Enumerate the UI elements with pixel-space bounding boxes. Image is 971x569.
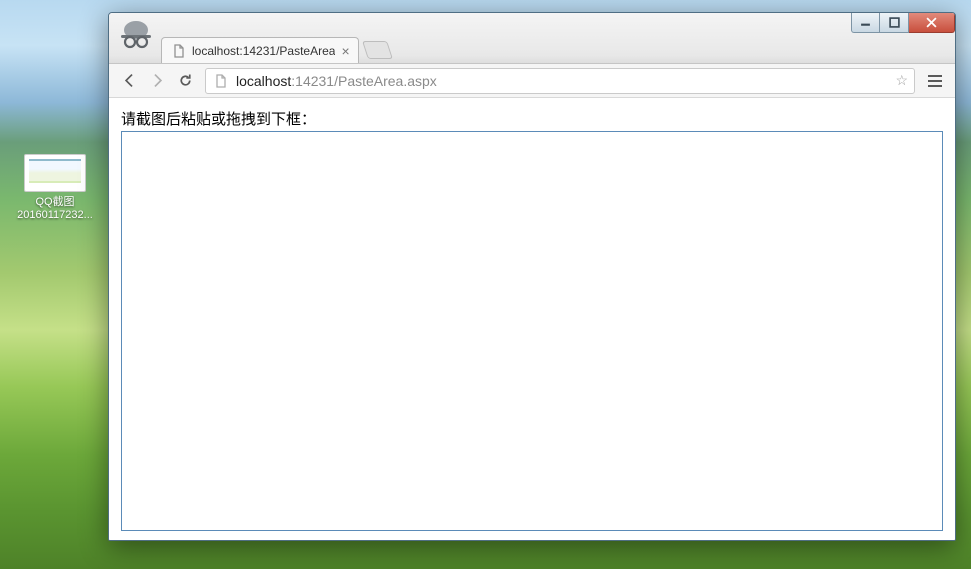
minimize-button[interactable] bbox=[851, 13, 880, 33]
file-icon bbox=[172, 44, 186, 58]
window-controls bbox=[851, 13, 955, 33]
tab-strip: localhost:14231/PasteArea × bbox=[161, 37, 955, 63]
close-icon[interactable]: × bbox=[341, 44, 349, 58]
url-host: localhost bbox=[236, 73, 291, 89]
back-button[interactable] bbox=[115, 67, 143, 95]
prompt-text: 请截图后粘贴或拖拽到下框： bbox=[121, 108, 943, 129]
file-name-line1: QQ截图 bbox=[35, 196, 74, 209]
bookmark-star-icon[interactable]: ☆ bbox=[895, 72, 908, 89]
incognito-icon bbox=[117, 16, 155, 54]
file-name-line2: 20160117232... bbox=[17, 209, 93, 222]
url-text: localhost:14231/PasteArea.aspx bbox=[236, 73, 889, 89]
file-thumbnail bbox=[24, 154, 86, 192]
desktop-file-icon[interactable]: QQ截图 20160117232... bbox=[18, 154, 92, 222]
address-bar[interactable]: localhost:14231/PasteArea.aspx ☆ bbox=[205, 68, 915, 94]
page-content: 请截图后粘贴或拖拽到下框： bbox=[109, 98, 955, 540]
menu-button[interactable] bbox=[921, 67, 949, 95]
maximize-button[interactable] bbox=[880, 13, 909, 33]
file-icon bbox=[214, 74, 228, 88]
paste-area[interactable] bbox=[121, 131, 943, 531]
url-path: :14231/PasteArea.aspx bbox=[291, 73, 437, 89]
close-button[interactable] bbox=[909, 13, 955, 33]
new-tab-button[interactable] bbox=[362, 41, 393, 59]
tab-title: localhost:14231/PasteArea bbox=[192, 44, 335, 58]
forward-button[interactable] bbox=[143, 67, 171, 95]
browser-window: localhost:14231/PasteArea × localhost:14… bbox=[108, 12, 956, 541]
toolbar: localhost:14231/PasteArea.aspx ☆ bbox=[109, 64, 955, 98]
titlebar[interactable]: localhost:14231/PasteArea × bbox=[109, 13, 955, 64]
reload-button[interactable] bbox=[171, 67, 199, 95]
browser-tab[interactable]: localhost:14231/PasteArea × bbox=[161, 37, 359, 63]
